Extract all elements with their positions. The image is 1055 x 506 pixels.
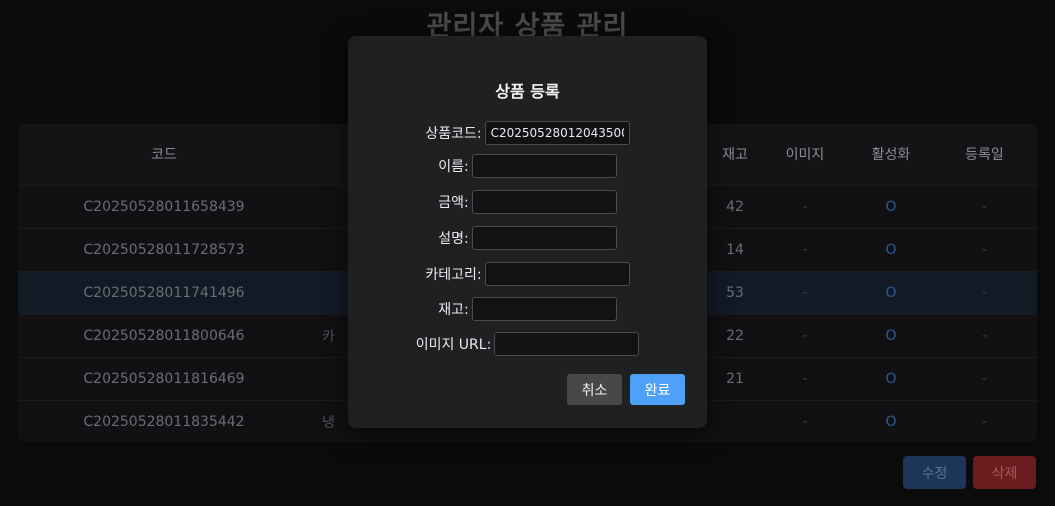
category-label: 카테고리: [425,267,482,283]
form-row-category: 카테고리: [348,262,707,286]
price-input[interactable] [471,190,617,214]
modal-title: 상품 등록 [495,82,560,101]
form-row-code: 상품코드: [348,121,707,145]
name-label: 이름: [438,159,469,175]
product-register-modal: 상품 등록 상품코드: 이름: 금액: 설명: 카테고리: 재고: 이미지 UR… [348,36,707,428]
code-label: 상품코드: [425,126,482,142]
form-row-price: 금액: [348,190,707,214]
stock-label: 재고: [438,302,469,318]
price-label: 금액: [438,195,469,211]
cancel-button[interactable]: 취소 [567,374,622,405]
name-input[interactable] [471,154,617,178]
stock-input[interactable] [471,297,617,321]
form-row-stock: 재고: [348,297,707,321]
code-input[interactable] [484,121,630,145]
form-row-description: 설명: [348,226,707,250]
form-row-image-url: 이미지 URL: [348,332,707,356]
category-input[interactable] [484,262,630,286]
confirm-button[interactable]: 완료 [630,374,685,405]
image-url-input[interactable] [494,332,640,356]
description-input[interactable] [471,226,617,250]
image-url-label: 이미지 URL: [415,337,492,353]
description-label: 설명: [438,231,469,247]
form-row-name: 이름: [348,154,707,178]
